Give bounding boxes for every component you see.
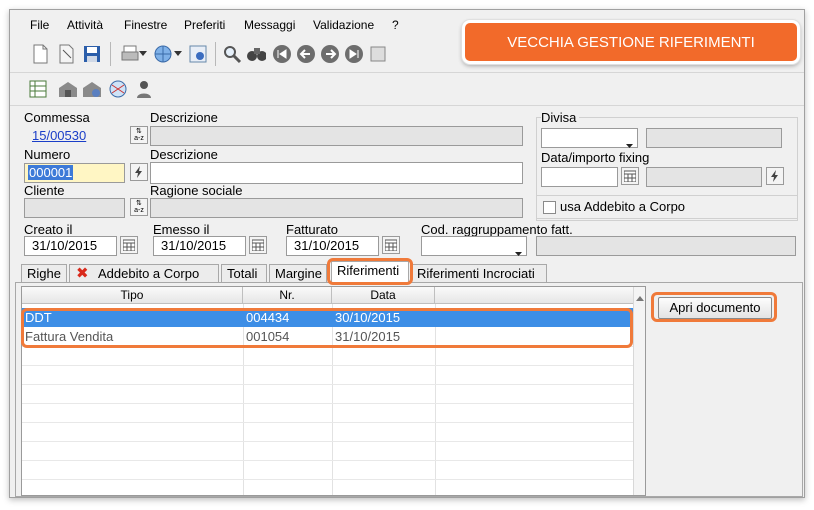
creato-input[interactable]: 31/10/2015 bbox=[24, 236, 117, 256]
emesso-label: Emesso il bbox=[153, 222, 210, 237]
numero-input[interactable]: 000001 bbox=[24, 163, 125, 183]
tab-totali[interactable]: Totali bbox=[221, 264, 267, 282]
column-header-tipo[interactable]: Tipo bbox=[22, 287, 243, 304]
warehouse-icon[interactable] bbox=[58, 79, 78, 99]
chevron-down-icon[interactable] bbox=[138, 44, 148, 64]
tab-righe[interactable]: Righe bbox=[21, 264, 67, 282]
search-globe-icon[interactable] bbox=[153, 44, 173, 64]
lightning-icon[interactable] bbox=[130, 163, 148, 181]
app-window: File Attività Finestre Preferiti Messagg… bbox=[9, 9, 805, 498]
creato-label: Creato il bbox=[24, 222, 73, 237]
fatturato-input[interactable]: 31/10/2015 bbox=[286, 236, 379, 256]
commessa-link[interactable]: 15/00530 bbox=[32, 128, 86, 143]
creato-value: 31/10/2015 bbox=[32, 238, 98, 253]
print-icon[interactable] bbox=[120, 44, 140, 64]
cod-raggruppamento-select[interactable] bbox=[421, 236, 527, 256]
emesso-value: 31/10/2015 bbox=[161, 238, 227, 253]
edit-document-icon[interactable] bbox=[56, 44, 76, 64]
cod-raggruppamento-description bbox=[536, 236, 796, 256]
calendar-icon[interactable] bbox=[621, 167, 639, 185]
menu-help[interactable]: ? bbox=[392, 18, 399, 32]
descrizione2-input[interactable] bbox=[150, 162, 523, 184]
calendar-icon[interactable] bbox=[382, 236, 400, 254]
fixing-date-input[interactable] bbox=[541, 167, 618, 187]
ragione-sociale-field bbox=[150, 198, 523, 218]
spreadsheet-icon[interactable] bbox=[28, 79, 48, 99]
sort-az-icon[interactable]: ⇅ a-z bbox=[130, 126, 148, 144]
banner-text: VECCHIA GESTIONE RIFERIMENTI bbox=[507, 33, 755, 51]
delete-x-icon: ✖ bbox=[76, 265, 89, 282]
addebito-checkbox-label: usa Addebito a Corpo bbox=[560, 199, 686, 214]
settings-icon[interactable] bbox=[188, 44, 208, 64]
attachment-icon[interactable] bbox=[368, 44, 388, 64]
row-divider bbox=[22, 403, 633, 404]
tab-addebito-label: Addebito a Corpo bbox=[98, 266, 200, 281]
apri-documento-highlight bbox=[651, 292, 777, 322]
previous-record-icon[interactable] bbox=[296, 44, 316, 64]
column-header-empty bbox=[435, 287, 633, 304]
cliente-field bbox=[24, 198, 125, 218]
warehouse-settings-icon[interactable] bbox=[82, 79, 102, 99]
fixing-label: Data/importo fixing bbox=[541, 150, 650, 165]
column-header-data[interactable]: Data bbox=[332, 287, 435, 304]
binoculars-icon[interactable] bbox=[246, 44, 266, 64]
menu-preferiti[interactable]: Preferiti bbox=[184, 18, 225, 32]
row-divider bbox=[22, 441, 633, 442]
riferimenti-tab-highlight bbox=[327, 258, 413, 285]
save-icon[interactable] bbox=[82, 44, 102, 64]
chevron-down-icon bbox=[515, 244, 522, 262]
row-divider bbox=[22, 384, 633, 385]
column-header-nr[interactable]: Nr. bbox=[243, 287, 332, 304]
tab-addebito-a-corpo[interactable]: ✖ Addebito a Corpo bbox=[69, 264, 219, 282]
sort-az-icon[interactable]: ⇅ a-z bbox=[130, 198, 148, 216]
calendar-icon[interactable] bbox=[249, 236, 267, 254]
next-record-icon[interactable] bbox=[320, 44, 340, 64]
globe-map-icon[interactable] bbox=[108, 79, 128, 99]
chevron-down-icon[interactable] bbox=[173, 44, 183, 64]
tab-riferimenti-incrociati[interactable]: Riferimenti Incrociati bbox=[411, 264, 547, 282]
descrizione2-label: Descrizione bbox=[150, 147, 218, 162]
secondary-toolbar bbox=[10, 73, 804, 106]
descrizione-field bbox=[150, 126, 523, 146]
scroll-up-icon[interactable] bbox=[636, 290, 644, 304]
tab-margine[interactable]: Margine bbox=[269, 264, 327, 282]
row-divider bbox=[22, 422, 633, 423]
row-divider bbox=[22, 365, 633, 366]
new-document-icon[interactable] bbox=[30, 44, 50, 64]
divisa-select[interactable] bbox=[541, 128, 638, 148]
menu-file[interactable]: File bbox=[30, 18, 49, 32]
rows-highlight bbox=[21, 308, 633, 348]
row-divider bbox=[22, 479, 633, 480]
menu-attivita[interactable]: Attività bbox=[67, 18, 103, 32]
menu-messaggi[interactable]: Messaggi bbox=[244, 18, 295, 32]
first-record-icon[interactable] bbox=[272, 44, 292, 64]
divisa-label: Divisa bbox=[541, 110, 580, 125]
cliente-label: Cliente bbox=[24, 183, 65, 198]
vertical-scrollbar[interactable] bbox=[633, 287, 645, 495]
user-icon[interactable] bbox=[134, 79, 154, 99]
numero-value: 000001 bbox=[28, 165, 74, 180]
menu-finestre[interactable]: Finestre bbox=[124, 18, 167, 32]
fatturato-value: 31/10/2015 bbox=[294, 238, 360, 253]
divisa-description-field bbox=[646, 128, 782, 148]
addebito-checkbox[interactable] bbox=[543, 201, 556, 214]
emesso-input[interactable]: 31/10/2015 bbox=[153, 236, 246, 256]
row-divider bbox=[22, 460, 633, 461]
lightning-icon[interactable] bbox=[766, 167, 784, 185]
fatturato-label: Fatturato bbox=[286, 222, 339, 237]
toolbar-separator bbox=[215, 42, 216, 66]
cod-raggruppamento-label: Cod. raggruppamento fatt. bbox=[421, 222, 573, 237]
find-icon[interactable] bbox=[222, 44, 242, 64]
last-record-icon[interactable] bbox=[344, 44, 364, 64]
commessa-label: Commessa bbox=[24, 110, 90, 125]
numero-label: Numero bbox=[24, 147, 71, 162]
fixing-amount-field bbox=[646, 167, 762, 187]
ragione-sociale-label: Ragione sociale bbox=[150, 183, 243, 198]
menu-validazione[interactable]: Validazione bbox=[313, 18, 374, 32]
toolbar-separator bbox=[110, 42, 111, 66]
descrizione-label: Descrizione bbox=[150, 110, 218, 125]
calendar-icon[interactable] bbox=[120, 236, 138, 254]
notice-banner: VECCHIA GESTIONE RIFERIMENTI bbox=[462, 20, 800, 64]
